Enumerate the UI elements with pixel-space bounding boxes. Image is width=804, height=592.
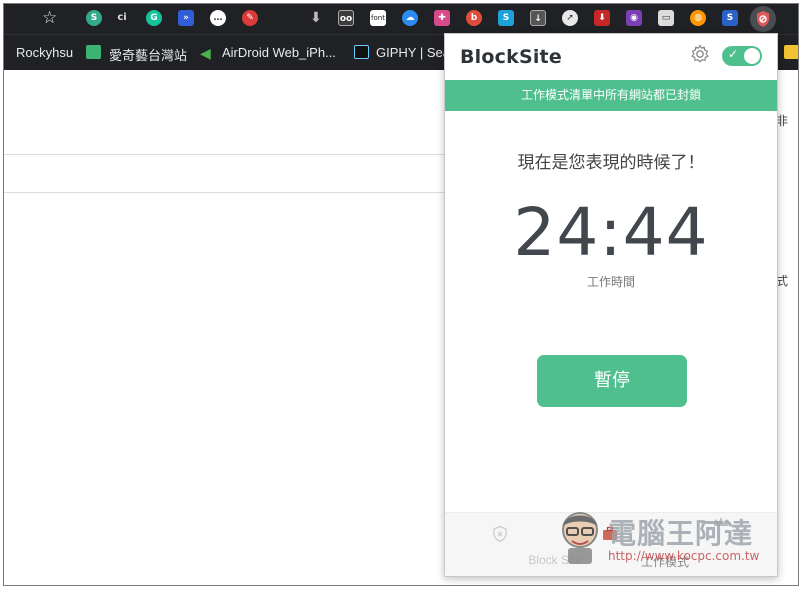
page-divider (4, 154, 444, 155)
download-box-icon[interactable]: ↓ (530, 10, 546, 26)
extension-red-icon[interactable]: ✎ (242, 10, 258, 26)
font-extension-icon[interactable]: font (370, 10, 386, 26)
gear-icon[interactable] (689, 43, 711, 65)
bookmark-iqiyi[interactable]: 愛奇藝台灣站 (109, 45, 187, 64)
bookmark-rockyhsu[interactable]: Rockyhsu (16, 45, 73, 60)
extension-window-icon[interactable]: ▭ (658, 10, 674, 26)
extension-red-arrow-icon[interactable]: ⬇ (594, 10, 610, 26)
pause-button[interactable]: 暫停 (537, 355, 687, 407)
blocksite-logo: BlockSite (460, 46, 562, 68)
folder-icon[interactable] (784, 45, 798, 59)
extension-b-icon[interactable]: b (466, 10, 482, 26)
mascot-logo-icon (562, 512, 598, 564)
iqiyi-icon (86, 45, 101, 59)
work-mode-banner: 工作模式清單中所有網站都已封鎖 (445, 80, 777, 111)
bookmark-airdroid[interactable]: AirDroid Web_iPh... (222, 45, 336, 60)
watermark-url: http://www.kocpc.com.tw (608, 549, 760, 563)
work-timer: 24:44 (513, 194, 709, 271)
shield-x-icon (491, 525, 509, 543)
site-watermark: 電腦王阿達 http://www.kocpc.com.tw (552, 504, 782, 574)
check-icon: ✓ (728, 47, 739, 61)
blocksite-toggle[interactable]: ✓ (722, 46, 762, 66)
extension-s-icon[interactable]: S (86, 10, 102, 26)
motivation-headline: 現在是您表現的時候了！ (517, 153, 705, 173)
timer-label: 工作時間 (586, 275, 635, 289)
cloud-icon[interactable]: ☁ (402, 10, 418, 26)
bookmark-giphy[interactable]: GIPHY | Sea (376, 45, 450, 60)
watermark-title: 電腦王阿達 (608, 517, 754, 550)
giphy-icon (354, 45, 369, 59)
extension-rocket-icon[interactable]: ➚ (562, 10, 578, 26)
toggle-knob (744, 48, 760, 64)
extension-toolbar: ☆ S ci G » … ✎ ⬇ oo font ☁ ✚ b S ↓ ➚ ⬇ ◉… (4, 4, 798, 34)
tab-block-site[interactable]: Block Site (445, 513, 582, 577)
extension-s-dark-icon[interactable]: S (722, 10, 738, 26)
page-divider (4, 192, 444, 193)
firefox-icon[interactable]: ◍ (690, 10, 706, 26)
popup-header: BlockSite ✓ (445, 34, 777, 80)
bookmark-star-icon[interactable]: ☆ (42, 8, 57, 28)
blocksite-popup: BlockSite ✓ 工作模式清單中所有網站都已封鎖 現在是您表現的時候了！ … (444, 33, 778, 577)
extension-pink-icon[interactable]: ✚ (434, 10, 450, 26)
download-icon[interactable]: ⬇ (308, 10, 324, 26)
extension-s-blue-icon[interactable]: S (498, 10, 514, 26)
grammarly-icon[interactable]: G (146, 10, 162, 26)
blocksite-active-icon[interactable] (750, 6, 776, 32)
browser-window: ☆ S ci G » … ✎ ⬇ oo font ☁ ✚ b S ↓ ➚ ⬇ ◉… (3, 3, 799, 586)
airdroid-icon: ◀ (200, 45, 211, 61)
chat-bubble-icon[interactable]: … (210, 10, 226, 26)
extension-purple-icon[interactable]: ◉ (626, 10, 642, 26)
extension-arrows-icon[interactable]: » (178, 10, 194, 26)
extension-ci-icon[interactable]: ci (114, 10, 130, 26)
extension-oo-icon[interactable]: oo (338, 10, 354, 26)
